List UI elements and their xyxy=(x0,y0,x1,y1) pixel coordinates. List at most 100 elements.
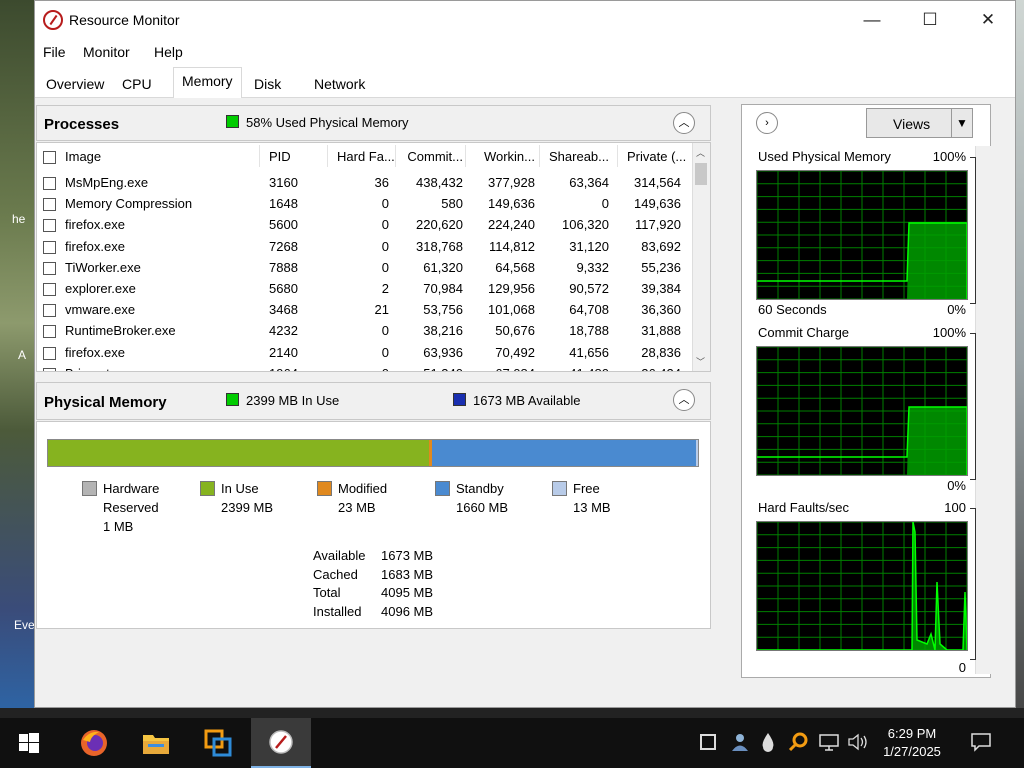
menu-monitor[interactable]: Monitor xyxy=(83,44,130,60)
close-button[interactable]: ✕ xyxy=(959,1,1017,39)
process-cell-hard-faults[interactable]: 0 xyxy=(337,323,389,338)
column-header-commit[interactable]: Commit... xyxy=(405,149,463,164)
process-cell-working-set[interactable]: 101,068 xyxy=(475,302,535,317)
column-header-pid[interactable]: PID xyxy=(269,149,317,164)
tab-disk[interactable]: Disk xyxy=(246,71,289,97)
process-cell-hard-faults[interactable]: 36 xyxy=(337,175,389,190)
column-separator[interactable] xyxy=(259,145,260,167)
file-explorer-icon[interactable] xyxy=(128,718,184,768)
process-cell-commit[interactable]: 63,936 xyxy=(405,345,463,360)
process-cell-private[interactable]: 117,920 xyxy=(627,217,681,232)
process-cell-shareable[interactable]: 41,656 xyxy=(549,345,609,360)
physical-memory-collapse-button[interactable]: ︿ xyxy=(673,389,695,411)
process-cell-private[interactable]: 36,360 xyxy=(627,302,681,317)
process-cell-pid[interactable]: 1964 xyxy=(269,366,317,371)
process-cell-hard-faults[interactable]: 21 xyxy=(337,302,389,317)
process-cell-hard-faults[interactable]: 0 xyxy=(337,345,389,360)
process-cell-shareable[interactable]: 31,120 xyxy=(549,239,609,254)
network-icon[interactable] xyxy=(818,733,840,751)
process-cell-commit[interactable]: 61,320 xyxy=(405,260,463,275)
row-checkbox[interactable] xyxy=(43,325,56,339)
column-header-working-set[interactable]: Workin... xyxy=(475,149,535,164)
row-checkbox[interactable] xyxy=(43,346,56,360)
process-cell-shareable[interactable]: 9,332 xyxy=(549,260,609,275)
process-cell-image[interactable]: MsMpEng.exe xyxy=(65,175,265,190)
process-cell-hard-faults[interactable]: 0 xyxy=(337,217,389,232)
process-cell-hard-faults[interactable]: 0 xyxy=(337,366,389,371)
column-separator[interactable] xyxy=(539,145,540,167)
process-cell-private[interactable]: 314,564 xyxy=(627,175,681,190)
tab-memory[interactable]: Memory xyxy=(173,67,242,98)
process-cell-shareable[interactable]: 90,572 xyxy=(549,281,609,296)
clock[interactable]: 6:29 PM 1/27/2025 xyxy=(872,725,952,761)
process-cell-shareable[interactable]: 18,788 xyxy=(549,323,609,338)
process-cell-commit[interactable]: 438,432 xyxy=(405,175,463,190)
process-cell-pid[interactable]: 2140 xyxy=(269,345,317,360)
column-header-hard-faults[interactable]: Hard Fa... xyxy=(337,149,395,164)
tab-cpu[interactable]: CPU xyxy=(114,71,160,97)
processes-collapse-button[interactable]: ︿ xyxy=(673,112,695,134)
process-cell-pid[interactable]: 3160 xyxy=(269,175,317,190)
row-checkbox[interactable] xyxy=(43,261,56,275)
resource-monitor-taskbar-icon[interactable] xyxy=(251,718,311,768)
column-header-private[interactable]: Private (... xyxy=(627,149,686,164)
expand-graphs-button[interactable]: › xyxy=(756,112,778,134)
graph-panel-scrollbar[interactable] xyxy=(975,146,991,674)
process-cell-working-set[interactable]: 149,636 xyxy=(475,196,535,211)
notifications-icon[interactable] xyxy=(970,732,992,752)
row-checkbox[interactable] xyxy=(43,367,56,371)
process-cell-working-set[interactable]: 64,568 xyxy=(475,260,535,275)
process-cell-image[interactable]: vmware.exe xyxy=(65,302,265,317)
scroll-down-icon[interactable]: ﹀ xyxy=(696,355,705,368)
process-cell-commit[interactable]: 53,756 xyxy=(405,302,463,317)
process-cell-image[interactable]: firefox.exe xyxy=(65,217,265,232)
process-cell-working-set[interactable]: 224,240 xyxy=(475,217,535,232)
select-all-checkbox[interactable] xyxy=(43,151,56,164)
process-cell-private[interactable]: 26,424 xyxy=(627,366,681,371)
process-cell-hard-faults[interactable]: 0 xyxy=(337,196,389,211)
row-checkbox[interactable] xyxy=(43,283,56,296)
process-cell-pid[interactable]: 7268 xyxy=(269,239,317,254)
process-cell-working-set[interactable]: 129,956 xyxy=(475,281,535,296)
droplet-icon[interactable] xyxy=(760,732,776,752)
process-cell-hard-faults[interactable]: 2 xyxy=(337,281,389,296)
process-cell-commit[interactable]: 580 xyxy=(405,196,463,211)
process-cell-working-set[interactable]: 67,084 xyxy=(475,366,535,371)
process-cell-working-set[interactable]: 114,812 xyxy=(475,239,535,254)
tab-network[interactable]: Network xyxy=(306,71,373,97)
process-cell-image[interactable]: firefox.exe xyxy=(65,239,265,254)
process-cell-private[interactable]: 55,236 xyxy=(627,260,681,275)
process-cell-hard-faults[interactable]: 0 xyxy=(337,260,389,275)
process-cell-private[interactable]: 31,888 xyxy=(627,323,681,338)
process-cell-image[interactable]: Memory Compression xyxy=(65,196,265,211)
process-cell-pid[interactable]: 1648 xyxy=(269,196,317,211)
process-cell-working-set[interactable]: 50,676 xyxy=(475,323,535,338)
row-checkbox[interactable] xyxy=(43,304,56,318)
process-cell-private[interactable]: 39,384 xyxy=(627,281,681,296)
process-cell-pid[interactable]: 7888 xyxy=(269,260,317,275)
row-checkbox[interactable] xyxy=(43,219,56,233)
firefox-icon[interactable] xyxy=(66,718,122,768)
column-separator[interactable] xyxy=(465,145,466,167)
maximize-button[interactable]: ☐ xyxy=(901,1,959,39)
vmware-icon[interactable] xyxy=(190,718,246,768)
process-cell-private[interactable]: 149,636 xyxy=(627,196,681,211)
scroll-up-icon[interactable]: ︿ xyxy=(696,146,705,159)
processes-scrollbar[interactable]: ︿ ﹀ xyxy=(692,143,710,371)
process-cell-commit[interactable]: 38,216 xyxy=(405,323,463,338)
menu-file[interactable]: File xyxy=(43,44,66,60)
search-icon[interactable] xyxy=(788,732,808,752)
process-cell-hard-faults[interactable]: 0 xyxy=(337,239,389,254)
column-separator[interactable] xyxy=(395,145,396,167)
process-cell-image[interactable]: Brinmetar.exe xyxy=(65,366,265,371)
row-checkbox[interactable] xyxy=(43,240,56,254)
views-dropdown[interactable]: Views ▼ xyxy=(866,108,973,138)
process-cell-commit[interactable]: 318,768 xyxy=(405,239,463,254)
process-cell-commit[interactable]: 70,984 xyxy=(405,281,463,296)
row-checkbox[interactable] xyxy=(43,177,56,190)
column-separator[interactable] xyxy=(327,145,328,167)
process-cell-shareable[interactable]: 63,364 xyxy=(549,175,609,190)
column-header-image[interactable]: Image xyxy=(65,149,265,164)
process-cell-shareable[interactable]: 64,708 xyxy=(549,302,609,317)
process-cell-image[interactable]: TiWorker.exe xyxy=(65,260,265,275)
